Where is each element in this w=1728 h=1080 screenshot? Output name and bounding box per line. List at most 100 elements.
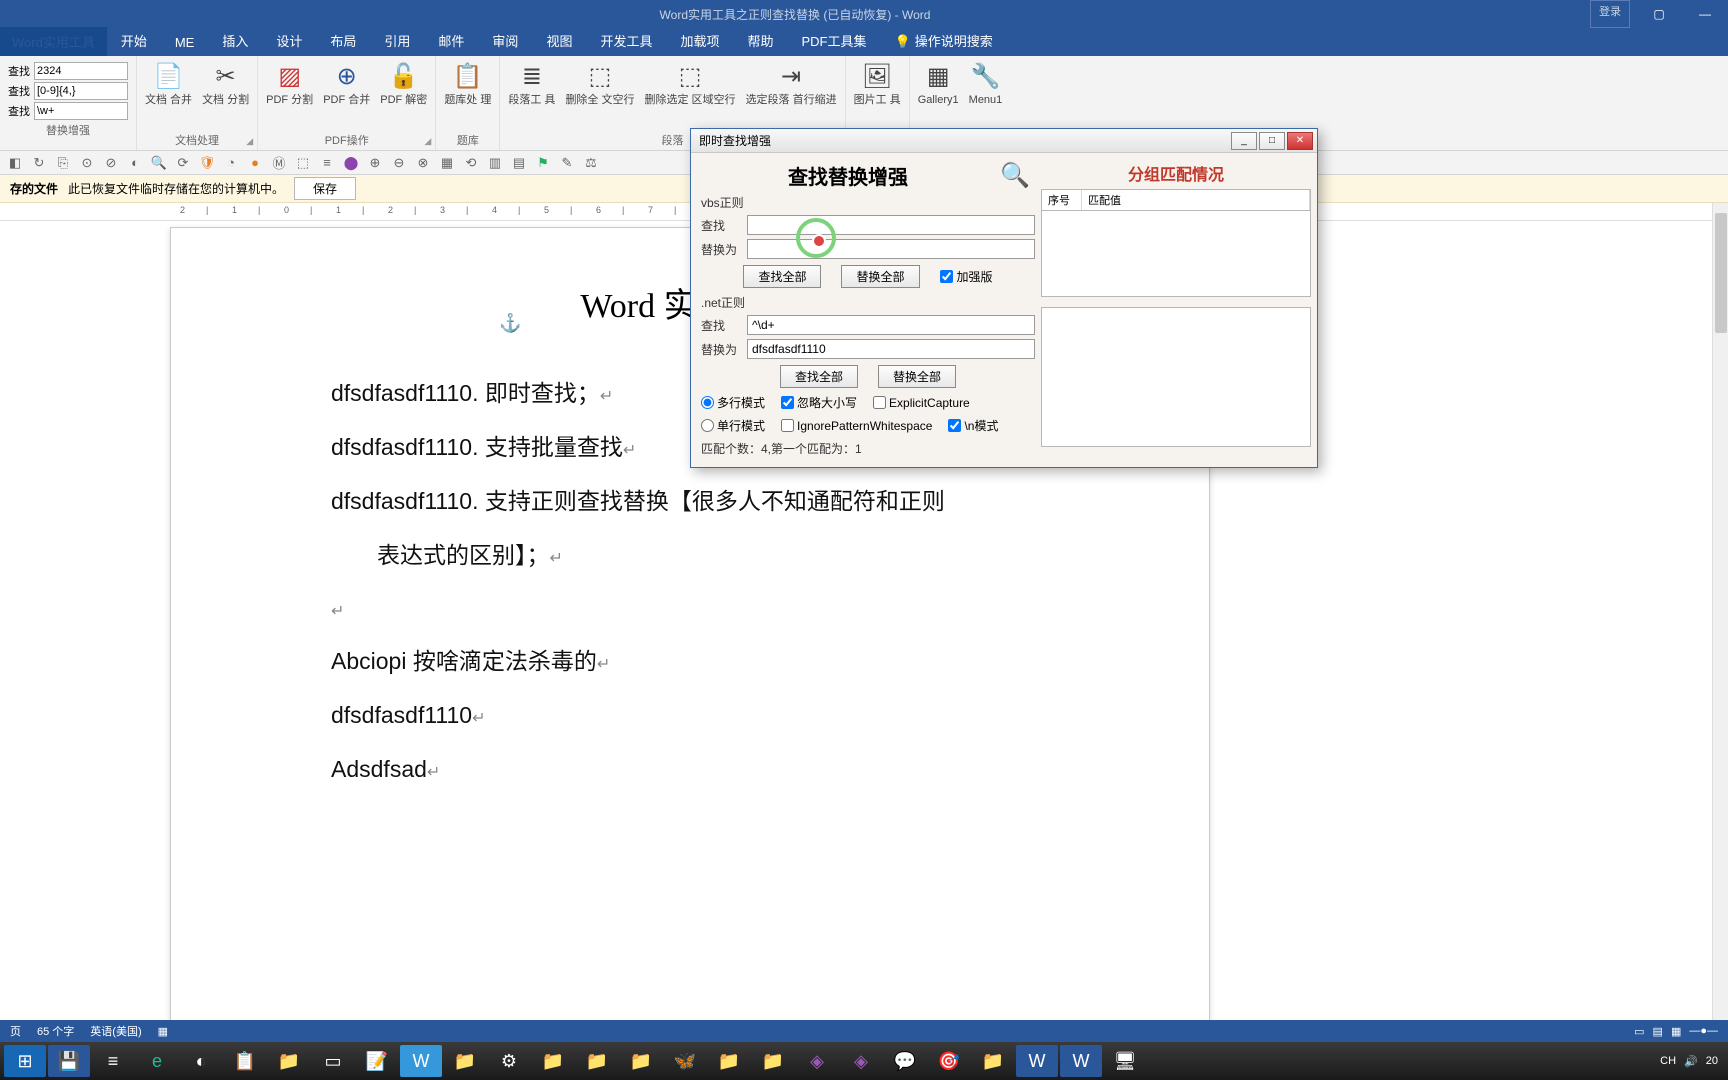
dialog-close-button[interactable]: ✕ [1287,132,1313,150]
ignorecase-checkbox[interactable] [781,396,794,409]
qat-icon[interactable]: ↻ [30,155,48,171]
tab-help[interactable]: 帮助 [733,26,787,56]
taskbar-app[interactable]: W [1016,1045,1058,1077]
taskbar-app[interactable]: 🖥 [1104,1045,1146,1077]
taskbar-app[interactable]: ⚙ [488,1045,530,1077]
dialog-titlebar[interactable]: 即时查找增强 _ □ ✕ [691,129,1317,153]
tab-pdf-tools[interactable]: PDF工具集 [788,26,881,56]
para-indent-button[interactable]: ⇥选定段落 首行缩进 [746,60,837,107]
gallery-button[interactable]: ▦Gallery1 [918,60,959,107]
find-input-1[interactable] [34,62,128,80]
qat-icon[interactable]: ⊗ [414,155,432,171]
taskbar-app[interactable]: 💬 [884,1045,926,1077]
system-tray[interactable]: CH 🔊 20 [1660,1055,1724,1068]
qat-icon[interactable]: ◧ [6,155,24,171]
taskbar-app[interactable]: 📁 [268,1045,310,1077]
taskbar-app[interactable]: ≡ [92,1045,134,1077]
qat-icon[interactable]: ▦ [438,155,456,171]
tell-me[interactable]: 💡操作说明搜索 [881,26,1007,56]
net-find-input[interactable] [747,315,1035,335]
explicit-checkbox[interactable] [873,396,886,409]
view-read-icon[interactable]: ▭ [1634,1025,1644,1038]
qat-icon[interactable]: ⚑ [534,155,552,171]
vbs-replaceall-button[interactable]: 替换全部 [841,265,919,288]
status-words[interactable]: 65 个字 [37,1023,74,1039]
tab-view[interactable]: 视图 [532,26,586,56]
qat-icon[interactable]: ⊖ [390,155,408,171]
qat-icon[interactable]: ⟳ [174,155,192,171]
qat-icon[interactable]: ▤ [510,155,528,171]
match-table-body[interactable] [1041,211,1311,297]
taskbar-app[interactable]: W [400,1045,442,1077]
tab-layout[interactable]: 布局 [316,26,370,56]
para-delall-button[interactable]: ⬚删除全 文空行 [565,60,634,107]
tab-home[interactable]: 开始 [107,26,161,56]
taskbar-app[interactable]: ▭ [312,1045,354,1077]
launcher-icon[interactable]: ◢ [246,136,253,147]
tab-review[interactable]: 审阅 [478,26,532,56]
pdf-split-button[interactable]: ▨PDF 分割 [266,60,313,107]
recovery-save-button[interactable]: 保存 [294,177,356,200]
qat-icon[interactable]: ⚖ [582,155,600,171]
status-language[interactable]: 英语(美国) [90,1023,141,1039]
result-box[interactable] [1041,307,1311,447]
para-tool-button[interactable]: ≣段落工 具 [508,60,555,107]
find-input-3[interactable] [34,102,128,120]
taskbar-app[interactable]: 📁 [752,1045,794,1077]
tab-addins[interactable]: 加载项 [666,26,733,56]
qat-icon[interactable]: 🔍 [150,155,168,171]
taskbar-app[interactable]: 📝 [356,1045,398,1077]
qat-icon[interactable]: ⬚ [294,155,312,171]
tray-time[interactable]: 20 [1706,1055,1718,1067]
nmode-checkbox[interactable] [948,419,961,432]
pdf-merge-button[interactable]: ⊕PDF 合并 [323,60,370,107]
taskbar-app[interactable]: ◈ [840,1045,882,1077]
qat-icon[interactable]: 🛡 [198,155,216,171]
qat-icon[interactable]: ◔ [222,155,240,170]
enhanced-checkbox[interactable] [940,270,953,283]
dialog-maximize-button[interactable]: □ [1259,132,1285,150]
taskbar-app[interactable]: ◐ [180,1045,222,1077]
qat-icon[interactable]: Ⓜ [270,153,288,172]
qat-icon[interactable]: ⎘ [54,155,72,171]
qat-icon[interactable]: ⟲ [462,155,480,171]
tab-references[interactable]: 引用 [370,26,424,56]
tab-insert[interactable]: 插入 [208,26,262,56]
taskbar-app[interactable]: 📁 [620,1045,662,1077]
qat-icon[interactable]: ⬤ [342,155,360,171]
vbs-replace-input[interactable] [747,239,1035,259]
tray-ime[interactable]: CH [1660,1055,1676,1067]
taskbar-app[interactable]: 💾 [48,1045,90,1077]
vbs-findall-button[interactable]: 查找全部 [743,265,821,288]
net-findall-button[interactable]: 查找全部 [780,365,858,388]
ignorespace-checkbox[interactable] [781,419,794,432]
status-macro-icon[interactable]: ▦ [158,1025,168,1038]
qat-icon[interactable]: ✎ [558,155,576,171]
tab-developer[interactable]: 开发工具 [586,26,666,56]
net-replace-input[interactable] [747,339,1035,359]
qat-icon[interactable]: ▥ [486,155,504,171]
qat-icon[interactable]: ≡ [318,155,336,170]
singleline-radio[interactable] [701,419,714,432]
minimize-button[interactable]: — [1682,0,1728,28]
taskbar-app[interactable]: e [136,1045,178,1077]
pdf-decrypt-button[interactable]: 🔓PDF 解密 [380,60,427,107]
para-delsel-button[interactable]: ⬚删除选定 区域空行 [645,60,736,107]
launcher-icon[interactable]: ◢ [424,136,431,147]
net-replaceall-button[interactable]: 替换全部 [878,365,956,388]
qat-icon[interactable]: ⊕ [366,155,384,171]
view-print-icon[interactable]: ▤ [1653,1025,1663,1038]
taskbar-app[interactable]: 📁 [532,1045,574,1077]
vbs-find-input[interactable] [747,215,1035,235]
taskbar-app[interactable]: W [1060,1045,1102,1077]
tab-word-tools[interactable]: Word实用工具 [0,27,107,56]
login-button[interactable]: 登录 [1590,0,1630,28]
taskbar-app[interactable]: 📁 [576,1045,618,1077]
menu-button[interactable]: 🔧Menu1 [969,60,1003,107]
find-input-2[interactable] [34,82,128,100]
taskbar-app[interactable]: 📋 [224,1045,266,1077]
taskbar-app[interactable]: 📁 [972,1045,1014,1077]
taskbar-app[interactable]: 📁 [444,1045,486,1077]
tab-mailings[interactable]: 邮件 [424,26,478,56]
status-page[interactable]: 页 [10,1023,21,1039]
